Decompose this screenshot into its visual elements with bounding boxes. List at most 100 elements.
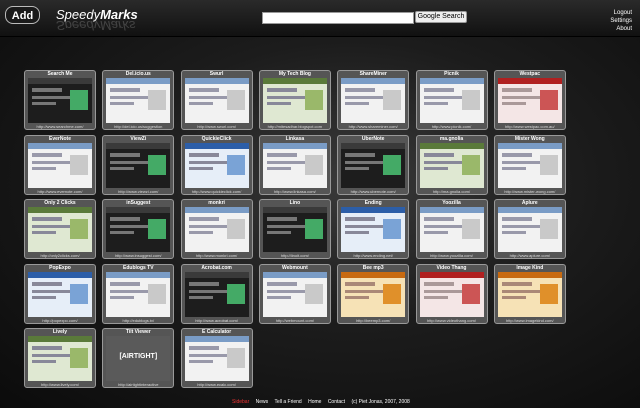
bookmark-tile[interactable]: ma.gnolia http://ma.gnolia.com/ bbox=[415, 134, 488, 195]
footer-link-home[interactable]: Home bbox=[308, 399, 321, 405]
thumbnail-block bbox=[226, 348, 245, 368]
thumbnail-block bbox=[188, 360, 213, 363]
thumbnail-block bbox=[32, 346, 62, 350]
thumbnail-block bbox=[28, 336, 92, 342]
thumbnail-block bbox=[32, 354, 70, 357]
bookmark-tile[interactable]: ViewZi http://www.viewzi.com/ bbox=[102, 134, 175, 195]
bookmark-thumbnail bbox=[497, 271, 562, 317]
thumbnail-block bbox=[423, 289, 462, 293]
thumbnail-block bbox=[262, 271, 327, 278]
thumbnail-block bbox=[497, 207, 562, 213]
thumbnail-block bbox=[32, 160, 70, 164]
bookmark-tile[interactable]: Aplure http://www.aplure.com/ bbox=[493, 199, 566, 259]
thumbnail-block bbox=[70, 348, 88, 368]
bookmark-title: Tilt Viewer bbox=[125, 329, 151, 335]
thumbnail-block bbox=[188, 166, 213, 170]
bookmark-tile[interactable]: Bee mp3 http://beemp3.com/ bbox=[337, 263, 410, 324]
bookmark-tile[interactable]: Mister Wong http://www.mister-wong.com/ bbox=[493, 134, 566, 195]
bookmark-tile[interactable]: Edublogs TV http://edublogs.tv/ bbox=[102, 263, 175, 324]
bookmark-tile[interactable]: Tilt Viewer [AIRTIGHT] http://airtightinte… bbox=[102, 328, 175, 388]
bookmark-thumbnail bbox=[184, 336, 249, 381]
thumbnail-block bbox=[262, 142, 327, 149]
thumbnail-block bbox=[110, 88, 141, 92]
thumbnail-block bbox=[345, 225, 384, 228]
thumbnail-block bbox=[226, 219, 245, 239]
thumbnail-block bbox=[188, 152, 219, 157]
bookmark-tile[interactable]: Acrobat.com http://www.acrobat.com/ bbox=[180, 263, 253, 324]
bookmark-tile[interactable]: Video Thang http://www.videothang.com/ bbox=[415, 263, 488, 324]
thumbnail-block bbox=[423, 160, 462, 164]
bookmark-tile[interactable]: Yoozilla http://www.yoozilla.com/ bbox=[415, 199, 488, 259]
bookmark-url: http://popexpo.com/ bbox=[42, 317, 78, 323]
thumbnail-block bbox=[497, 142, 562, 149]
bookmark-title: PopExpo bbox=[49, 264, 71, 271]
bookmark-url: http://www.quickieclick.com/ bbox=[191, 188, 242, 194]
thumbnail-block bbox=[539, 90, 558, 110]
thumbnail-block bbox=[423, 102, 448, 105]
thumbnail-block bbox=[110, 152, 141, 157]
bookmark-tile[interactable]: Webmount http://webmount.com/ bbox=[258, 263, 331, 324]
thumbnail-block bbox=[419, 78, 484, 84]
thumbnail-block bbox=[32, 96, 70, 99]
bookmark-title: E Calculator bbox=[202, 329, 232, 335]
thumbnail-block bbox=[262, 207, 327, 213]
thumbnail-block bbox=[28, 207, 92, 213]
bookmark-tile[interactable]: Search Me http://www.searchme.com/ bbox=[24, 70, 96, 130]
bookmark-tile[interactable]: My Tech Blog http://mitesadhar.blogspot.c… bbox=[258, 70, 331, 130]
thumbnail-block bbox=[32, 295, 56, 299]
bookmark-title: Linkasa bbox=[285, 135, 305, 142]
footer-link-sidebar[interactable]: Sidebar bbox=[232, 399, 249, 405]
thumbnail-block bbox=[110, 96, 149, 99]
bookmark-tile[interactable]: inSuggest http://www.insuggest.com/ bbox=[102, 199, 175, 259]
thumbnail-block bbox=[266, 231, 291, 234]
bookmark-thumbnail bbox=[341, 78, 406, 123]
thumbnail-block bbox=[266, 96, 305, 99]
thumbnail-block bbox=[423, 166, 448, 170]
bookmark-thumbnail bbox=[184, 142, 249, 188]
footer-link-news[interactable]: News bbox=[256, 399, 269, 405]
bookmark-tile[interactable]: monkri http://www.monkri.com/ bbox=[180, 199, 253, 259]
thumbnail-block bbox=[345, 96, 384, 99]
thumbnail-block bbox=[188, 295, 213, 299]
thumbnail-block bbox=[423, 281, 454, 286]
bookmark-tile[interactable]: EverNote http://www.evernote.com/ bbox=[24, 134, 96, 195]
bookmark-tile[interactable]: Lively http://www.lively.com/ bbox=[24, 328, 96, 388]
bookmark-url: http://linoit.com/ bbox=[280, 253, 309, 258]
thumbnail-block bbox=[70, 283, 88, 304]
bookmark-tile[interactable]: Ending http://www.ending.net/ bbox=[337, 199, 410, 259]
bookmark-tile[interactable]: Image Kind http://www.imagekind.com/ bbox=[493, 263, 566, 324]
thumbnail-block bbox=[345, 166, 370, 170]
bookmark-url: http://www.lively.com/ bbox=[41, 382, 79, 387]
bookmark-title: Westpac bbox=[519, 71, 541, 77]
thumbnail-block bbox=[266, 217, 297, 221]
bookmark-tile[interactable]: Del.icio.us http://del.icio.us/suggestion bbox=[102, 70, 175, 130]
bookmark-title: Edublogs TV bbox=[123, 264, 154, 271]
bookmark-tile[interactable]: Lino http://linoit.com/ bbox=[258, 199, 331, 259]
bookmark-tile[interactable]: PopExpo http://popexpo.com/ bbox=[24, 263, 96, 324]
thumbnail-block bbox=[70, 154, 88, 175]
thumbnail-block bbox=[184, 78, 249, 84]
footer-link-contact[interactable]: Contact bbox=[328, 399, 345, 405]
bookmark-title: Search Me bbox=[47, 71, 73, 77]
thumbnail-block bbox=[266, 88, 297, 92]
bookmark-title: Lively bbox=[52, 329, 68, 335]
footer-link-tell-a-friend[interactable]: Tell a Friend bbox=[274, 399, 301, 405]
bookmark-tile[interactable]: Swurl http://www.swurl.com/ bbox=[180, 70, 253, 130]
thumbnail-block bbox=[341, 142, 406, 149]
bookmark-tile[interactable]: Picnik http://www.picnik.com/ bbox=[415, 70, 488, 130]
thumbnail-block bbox=[70, 219, 88, 239]
thumbnail-block bbox=[497, 271, 562, 278]
bookmark-tile[interactable]: QuickieClick http://www.quickieclick.com/ bbox=[180, 134, 253, 195]
bookmark-title: Webmount bbox=[282, 264, 308, 271]
bookmark-tile[interactable]: UberNote http://www.ubernote.com/ bbox=[337, 134, 410, 195]
bookmark-url: http://www.evernote.com/ bbox=[37, 188, 83, 194]
thumbnail-block bbox=[423, 231, 448, 234]
bookmark-tile[interactable]: Westpac http://www.westpac.com.au/ bbox=[493, 70, 566, 130]
bookmark-tile[interactable]: E Calculator http://www.ecalc.com/ bbox=[180, 328, 253, 388]
bookmark-tile[interactable]: Only 2 Clicks http://only2clicks.com/ bbox=[24, 199, 96, 259]
bookmark-tile[interactable]: Linkasa http://www.linkasa.com/ bbox=[258, 134, 331, 195]
thumbnail-block bbox=[341, 78, 406, 84]
bookmark-title: UberNote bbox=[361, 135, 385, 142]
bookmark-title: EverNote bbox=[49, 135, 71, 142]
bookmark-tile[interactable]: ShareMiner http://www.shareminer.com/ bbox=[337, 70, 410, 130]
